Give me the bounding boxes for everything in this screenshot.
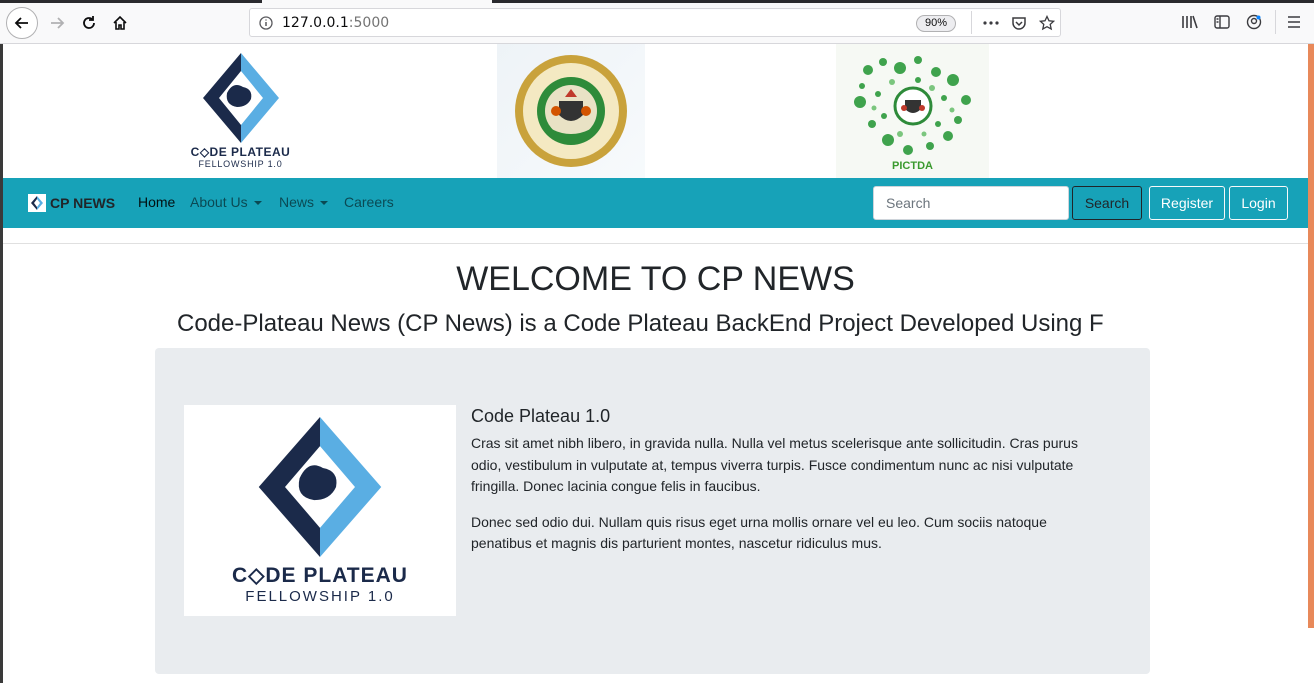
browser-toolbar: 127.0.0.1:5000 90% [0,0,1314,44]
url-separator [971,11,972,34]
menu-icon[interactable] [1283,11,1305,33]
logo-wordmark: C◇DE PLATEAU [190,145,291,159]
page-lead: Code-Plateau News (CP News) is a Code Pl… [177,310,1104,337]
sidebar-icon[interactable] [1211,11,1233,33]
pocket-icon[interactable] [1009,13,1029,33]
card-image-wordmark: C◇DE PLATEAU [232,563,408,587]
search-input[interactable] [873,186,1069,220]
main-navbar: CP NEWS Home About Us News Careers Searc… [3,178,1308,228]
zoom-badge[interactable]: 90% [916,15,957,32]
login-button[interactable]: Login [1229,186,1288,220]
url-host: 127.0.0.1 [282,14,349,31]
brand-text: CP NEWS [50,195,116,211]
url-port: :5000 [348,14,390,31]
register-button[interactable]: Register [1149,186,1225,220]
page-actions-icon[interactable] [981,13,1001,33]
card-image: C◇DE PLATEAU FELLOWSHIP 1.0 [184,405,456,616]
nav-news[interactable]: News [279,194,329,210]
state-seal-icon [515,55,627,167]
card-image-subtitle: FELLOWSHIP 1.0 [245,587,395,605]
card-paragraph-1: Cras sit amet nibh libero, in gravida nu… [471,435,1078,494]
url-text[interactable]: 127.0.0.1:5000 [282,15,389,31]
forward-icon[interactable] [42,8,72,38]
navbar-brand[interactable]: CP NEWS [28,194,115,212]
card-paragraph-2: Donec sed odio dui. Nullam quis risus eg… [471,513,1047,552]
code-plateau-emblem-icon [258,416,382,557]
reload-icon[interactable] [74,8,104,38]
scrollbar[interactable] [1308,44,1314,628]
code-plateau-emblem-icon [202,53,279,143]
toolbar-separator [1275,10,1276,34]
brand-logo-icon [28,194,46,212]
logo-subtitle: FELLOWSHIP 1.0 [198,159,283,169]
chevron-down-icon [253,201,262,206]
header-banner: C◇DE PLATEAU FELLOWSHIP 1.0 PICTDA [3,44,1308,178]
web-page: C◇DE PLATEAU FELLOWSHIP 1.0 PICTDA CP NE… [3,44,1308,683]
code-plateau-logo: C◇DE PLATEAU FELLOWSHIP 1.0 [173,44,308,178]
featured-card: C◇DE PLATEAU FELLOWSHIP 1.0 Code Plateau… [155,348,1150,674]
library-icon[interactable] [1179,11,1201,33]
divider [3,243,1308,244]
back-icon[interactable] [6,7,38,39]
search-button[interactable]: Search [1072,186,1142,220]
nav-home[interactable]: Home [138,194,175,210]
account-icon[interactable] [1243,11,1265,33]
bookmark-star-icon[interactable] [1037,13,1057,33]
nav-news-label: News [279,194,315,210]
card-heading: Code Plateau 1.0 [471,406,611,426]
pictda-caption: PICTDA [892,160,933,172]
info-icon[interactable] [250,15,282,30]
nav-about-us[interactable]: About Us [190,194,262,210]
tab-strip [0,0,1314,3]
nav-careers[interactable]: Careers [344,194,394,210]
chevron-down-icon [320,201,329,206]
pictda-network-icon [853,56,971,155]
home-icon[interactable] [105,8,135,38]
url-bar[interactable]: 127.0.0.1:5000 90% [249,8,1061,37]
pictda-logo: PICTDA [836,44,989,178]
active-tab[interactable] [262,0,492,3]
card-body: Code Plateau 1.0 Cras sit amet nibh libe… [471,406,1111,569]
page-title: WELCOME TO CP NEWS [456,260,855,298]
plateau-state-seal [497,44,645,178]
nav-about-label: About Us [190,194,248,210]
